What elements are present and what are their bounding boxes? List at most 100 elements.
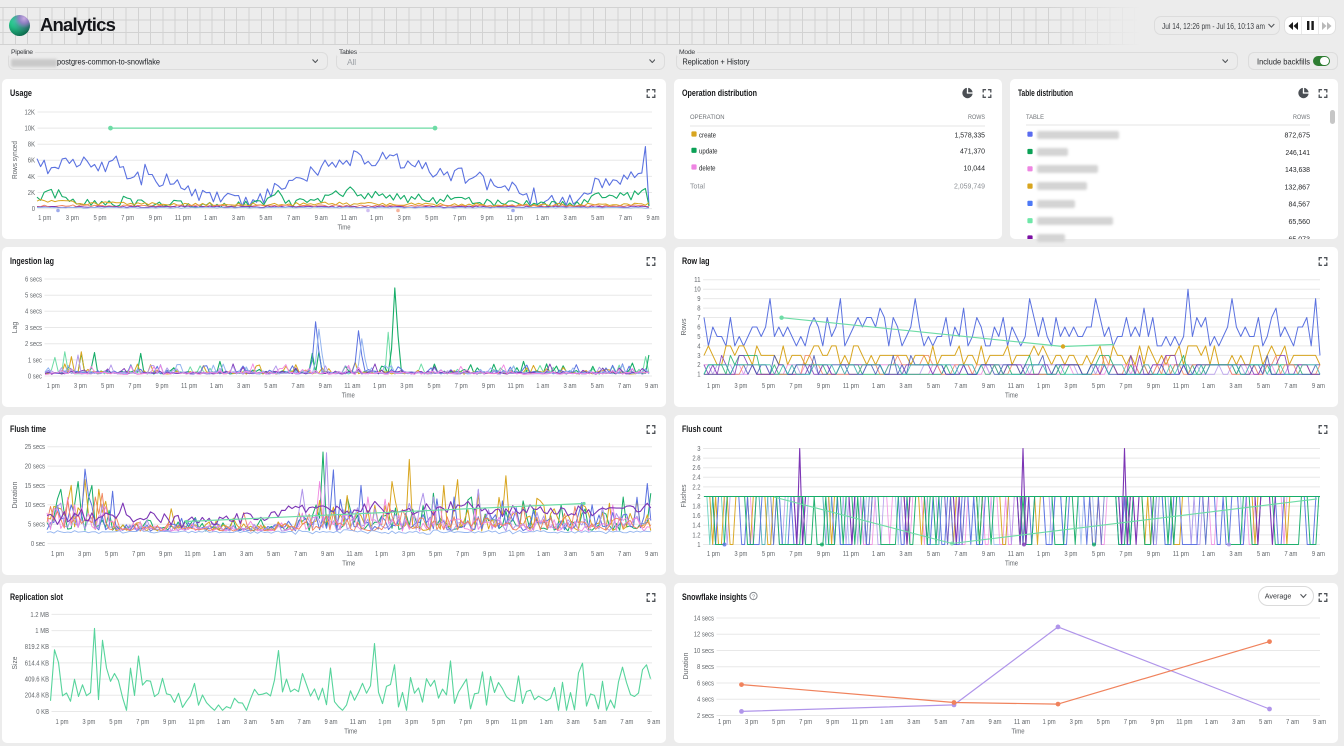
svg-text:5 am: 5 am [927,551,940,558]
svg-text:9 pm: 9 pm [486,719,499,726]
svg-text:9 am: 9 am [1312,383,1325,390]
svg-text:9 pm: 9 pm [817,383,830,390]
svg-text:5 pm: 5 pm [427,383,440,390]
svg-text:5 am: 5 am [271,719,284,726]
svg-text:5 am: 5 am [1257,383,1270,390]
svg-text:1: 1 [697,542,700,549]
svg-text:postgres-common-to-snowflake: postgres-common-to-snowflake [57,57,160,67]
svg-text:7 pm: 7 pm [455,383,468,390]
svg-text:9 pm: 9 pm [155,383,168,390]
svg-text:11 pm: 11 pm [184,551,200,558]
svg-text:9 am: 9 am [646,215,659,222]
svg-text:8K: 8K [28,142,35,149]
svg-text:3 am: 3 am [240,551,253,558]
svg-text:Time: Time [342,561,355,568]
svg-text:3 pm: 3 pm [745,719,758,726]
svg-text:11 am: 11 am [350,719,366,726]
svg-text:1 pm: 1 pm [1037,383,1050,390]
svg-text:8: 8 [697,305,700,312]
svg-text:9 am: 9 am [315,215,328,222]
svg-text:TABLE: TABLE [1026,114,1044,121]
svg-text:11 am: 11 am [346,551,362,558]
svg-text:5 pm: 5 pm [105,551,118,558]
svg-text:1 pm: 1 pm [707,383,720,390]
svg-text:65,073: 65,073 [1289,234,1311,239]
svg-text:0 sec: 0 sec [31,541,46,548]
svg-text:5 pm: 5 pm [425,215,438,222]
svg-text:872,675: 872,675 [1285,131,1311,140]
svg-text:11 pm: 11 pm [1173,383,1189,390]
svg-text:3 pm: 3 pm [398,215,411,222]
svg-text:3 am: 3 am [564,215,577,222]
svg-text:7 pm: 7 pm [1119,383,1132,390]
svg-text:1 am: 1 am [210,383,223,390]
svg-text:1 pm: 1 pm [38,215,51,222]
svg-text:3 am: 3 am [1232,719,1245,726]
svg-text:5 pm: 5 pm [772,719,785,726]
svg-text:Usage: Usage [10,88,32,98]
svg-text:update: update [699,147,718,156]
svg-text:5 secs: 5 secs [28,522,45,529]
svg-text:11 pm: 11 pm [507,215,523,222]
svg-text:7 pm: 7 pm [128,383,141,390]
svg-text:9 pm: 9 pm [159,551,172,558]
svg-text:9 am: 9 am [1312,551,1325,558]
svg-text:Time: Time [1005,561,1018,568]
svg-text:15 secs: 15 secs [25,483,46,490]
svg-text:10 secs: 10 secs [694,648,715,655]
svg-text:1 pm: 1 pm [370,215,383,222]
svg-text:5 am: 5 am [1257,551,1270,558]
svg-text:7 am: 7 am [298,719,311,726]
svg-text:3 am: 3 am [899,551,912,558]
svg-text:9 pm: 9 pm [1147,383,1160,390]
svg-text:3 pm: 3 pm [734,551,747,558]
svg-text:3 pm: 3 pm [734,383,747,390]
svg-text:65,560: 65,560 [1289,217,1311,226]
svg-text:2K: 2K [28,190,35,197]
svg-text:3 pm: 3 pm [1070,719,1083,726]
svg-text:9 pm: 9 pm [149,215,162,222]
svg-text:Time: Time [1011,729,1024,736]
svg-text:9 am: 9 am [982,551,995,558]
svg-text:3 am: 3 am [907,719,920,726]
svg-text:7 pm: 7 pm [453,215,466,222]
svg-text:9 pm: 9 pm [483,551,496,558]
svg-text:3 pm: 3 pm [405,719,418,726]
svg-text:7 pm: 7 pm [459,719,472,726]
svg-text:4 secs: 4 secs [697,697,714,704]
svg-text:9 pm: 9 pm [482,383,495,390]
svg-text:1.4: 1.4 [692,523,700,530]
svg-text:5 pm: 5 pm [762,551,775,558]
svg-text:Duration: Duration [12,481,19,508]
svg-text:9 am: 9 am [645,383,658,390]
svg-text:Row lag: Row lag [682,256,710,266]
svg-text:3 secs: 3 secs [25,325,42,332]
svg-text:1.2 MB: 1.2 MB [30,612,49,619]
svg-text:7 am: 7 am [1284,551,1297,558]
svg-text:1 am: 1 am [1202,551,1215,558]
svg-text:6K: 6K [28,158,35,165]
svg-text:9 pm: 9 pm [481,215,494,222]
svg-text:7 pm: 7 pm [789,383,802,390]
svg-text:7 pm: 7 pm [1124,719,1137,726]
svg-text:Rows synced: Rows synced [12,141,19,179]
svg-text:1 am: 1 am [217,719,230,726]
svg-text:3 am: 3 am [563,383,576,390]
svg-text:Flush time: Flush time [10,424,46,434]
svg-text:Jul 14, 12:26 pm - Jul 16, 10:: Jul 14, 12:26 pm - Jul 16, 10:13 am [1162,22,1265,31]
svg-text:1 pm: 1 pm [47,383,60,390]
svg-text:204.8 KB: 204.8 KB [25,693,49,700]
svg-text:7 pm: 7 pm [1119,551,1132,558]
svg-text:2.8: 2.8 [692,456,700,463]
svg-text:5 am: 5 am [591,383,604,390]
svg-text:4K: 4K [28,174,35,181]
svg-text:create: create [699,130,716,139]
svg-text:3 pm: 3 pm [1064,551,1077,558]
svg-text:1 am: 1 am [536,215,549,222]
svg-text:7 pm: 7 pm [121,215,134,222]
svg-text:11 am: 11 am [1014,719,1030,726]
svg-text:1: 1 [697,372,700,379]
svg-text:1.8: 1.8 [692,504,700,511]
svg-text:5 am: 5 am [259,215,272,222]
svg-text:9 am: 9 am [647,719,660,726]
